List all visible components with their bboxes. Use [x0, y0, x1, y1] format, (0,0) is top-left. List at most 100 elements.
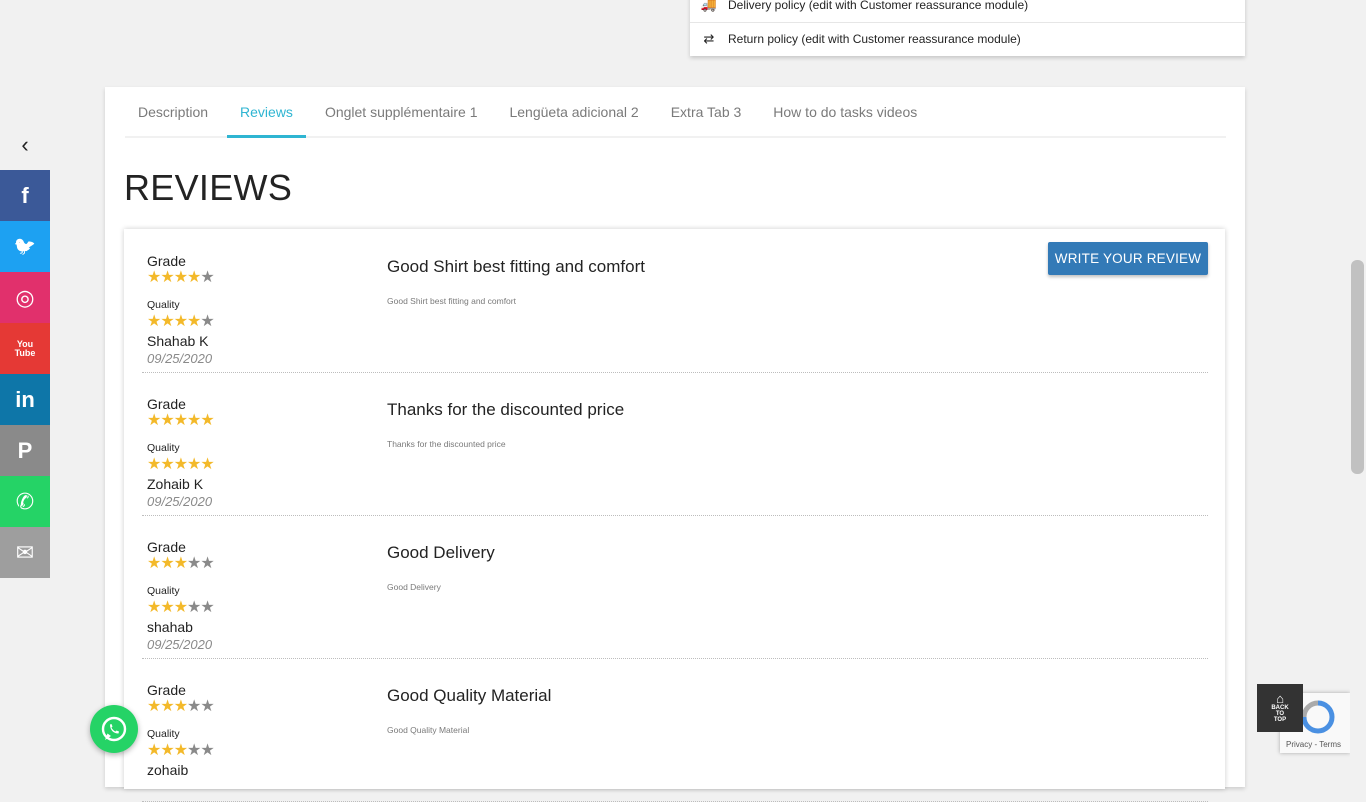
review-author: Shahab K: [147, 333, 209, 349]
review-item: Grade ★★★★★ Quality ★★★★★ zohaib Good Quality…: [142, 658, 1208, 802]
return-policy-text: Return policy (edit with Customer reassu…: [728, 32, 1021, 46]
quality-label: Quality: [147, 585, 180, 597]
product-tabs: Description Reviews Onglet supplémentaire …: [125, 87, 1226, 138]
youtube-icon: You Tube: [14, 338, 36, 358]
review-body: Good Delivery: [387, 582, 441, 592]
review-date: 09/25/2020: [147, 351, 213, 366]
review-body: Good Shirt best fitting and comfort: [387, 296, 516, 306]
tab-onglet-suppl-mentaire-1[interactable]: Onglet supplémentaire 1: [312, 87, 491, 136]
grade-label: Grade: [147, 539, 186, 555]
whatsapp-icon: [101, 716, 127, 742]
grade-rating-stars: ★★★★★: [147, 412, 215, 429]
tab-leng-eta-adicional-2[interactable]: Lengüeta adicional 2: [496, 87, 651, 136]
truck-icon: 🚚: [700, 0, 718, 12]
star-filled-icon: ★: [160, 742, 174, 759]
star-filled-icon: ★: [147, 456, 161, 473]
review-title: Good Shirt best fitting and comfort: [387, 257, 645, 276]
star-empty-icon: ★: [200, 269, 214, 286]
whatsapp-chat-button[interactable]: [90, 705, 138, 753]
star-filled-icon: ★: [160, 456, 174, 473]
social-collapse-chevron-icon[interactable]: ‹: [0, 120, 50, 170]
social-facebook-button[interactable]: f: [0, 170, 50, 221]
tab-reviews[interactable]: Reviews: [227, 87, 306, 138]
review-date: 09/25/2020: [147, 637, 213, 652]
star-empty-icon: ★: [200, 313, 214, 330]
back-to-top-button[interactable]: ⌂ BACK TO TOP: [1257, 684, 1303, 732]
star-empty-icon: ★: [187, 555, 201, 572]
email-icon: ✉: [15, 539, 35, 565]
star-empty-icon: ★: [187, 599, 201, 616]
star-empty-icon: ★: [200, 742, 214, 759]
star-empty-icon: ★: [187, 742, 201, 759]
reassurance-block: 🚚 Delivery policy (edit with Customer re…: [690, 0, 1245, 56]
star-filled-icon: ★: [173, 313, 188, 330]
reviews-list: WRITE YOUR REVIEW Grade ★★★★★ Quality ★★★★★…: [124, 229, 1225, 802]
social-twitter-button[interactable]: 🐦: [0, 221, 50, 272]
page-scrollbar-thumb[interactable]: [1351, 260, 1364, 474]
facebook-icon: f: [21, 182, 29, 208]
star-filled-icon: ★: [200, 456, 214, 473]
tab-extra-tab-3[interactable]: Extra Tab 3: [658, 87, 755, 136]
star-filled-icon: ★: [173, 412, 188, 429]
social-email-button[interactable]: ✉: [0, 527, 50, 578]
star-filled-icon: ★: [147, 269, 161, 286]
tab-how-to-do-tasks-videos[interactable]: How to do tasks videos: [760, 87, 930, 136]
star-filled-icon: ★: [173, 456, 188, 473]
pinterest-icon: P: [17, 437, 33, 463]
review-body: Good Quality Material: [387, 725, 470, 735]
recaptcha-privacy-link[interactable]: Privacy: [1286, 740, 1312, 749]
tab-description[interactable]: Description: [125, 87, 221, 136]
review-author: Zohaib K: [147, 476, 204, 492]
review-title: Good Quality Material: [387, 686, 552, 705]
review-item: Grade ★★★★★ Quality ★★★★★ Shahab K 09/25/2020…: [142, 229, 1208, 373]
star-filled-icon: ★: [147, 742, 161, 759]
quality-label: Quality: [147, 299, 180, 311]
star-filled-icon: ★: [147, 313, 161, 330]
recaptcha-logo-icon: [1301, 700, 1335, 734]
quality-label: Quality: [147, 442, 180, 454]
twitter-icon: 🐦: [13, 236, 37, 256]
star-filled-icon: ★: [147, 555, 161, 572]
social-whatsapp-button[interactable]: ✆: [0, 476, 50, 527]
grade-label: Grade: [147, 682, 186, 698]
star-empty-icon: ★: [200, 698, 214, 715]
quality-rating-stars: ★★★★★: [147, 742, 215, 759]
star-filled-icon: ★: [187, 313, 201, 330]
star-filled-icon: ★: [147, 698, 161, 715]
grade-label: Grade: [147, 253, 186, 269]
back-to-top-line3: TOP: [1273, 717, 1287, 723]
social-share-bar: f 🐦 ◎ You Tube in P ✆ ✉: [0, 170, 50, 578]
social-pinterest-button[interactable]: P: [0, 425, 50, 476]
house-arrow-icon: ⌂: [1276, 691, 1284, 706]
social-instagram-button[interactable]: ◎: [0, 272, 50, 323]
review-body: Thanks for the discounted price: [387, 439, 506, 449]
instagram-icon: ◎: [15, 284, 35, 310]
star-filled-icon: ★: [160, 269, 174, 286]
social-linkedin-button[interactable]: in: [0, 374, 50, 425]
review-author: shahab: [147, 619, 193, 635]
return-policy-row: ⇄ Return policy (edit with Customer reas…: [690, 22, 1245, 56]
grade-rating-stars: ★★★★★: [147, 698, 215, 715]
quality-rating-stars: ★★★★★: [147, 456, 215, 473]
star-filled-icon: ★: [160, 412, 174, 429]
social-youtube-button[interactable]: You Tube: [0, 323, 50, 374]
star-filled-icon: ★: [173, 698, 188, 715]
star-filled-icon: ★: [160, 313, 174, 330]
quality-label: Quality: [147, 728, 180, 740]
star-filled-icon: ★: [173, 742, 188, 759]
delivery-policy-row: 🚚 Delivery policy (edit with Customer re…: [690, 0, 1245, 23]
whatsapp-icon: ✆: [15, 488, 35, 514]
star-filled-icon: ★: [147, 412, 161, 429]
star-empty-icon: ★: [200, 555, 214, 572]
star-filled-icon: ★: [173, 555, 188, 572]
star-empty-icon: ★: [187, 698, 201, 715]
quality-rating-stars: ★★★★★: [147, 599, 215, 616]
star-filled-icon: ★: [160, 698, 174, 715]
review-title: Good Delivery: [387, 543, 495, 562]
review-author: zohaib: [147, 762, 189, 778]
star-filled-icon: ★: [160, 599, 174, 616]
recaptcha-terms-link[interactable]: Terms: [1319, 740, 1341, 749]
star-filled-icon: ★: [173, 269, 188, 286]
star-filled-icon: ★: [200, 412, 214, 429]
grade-rating-stars: ★★★★★: [147, 269, 215, 286]
